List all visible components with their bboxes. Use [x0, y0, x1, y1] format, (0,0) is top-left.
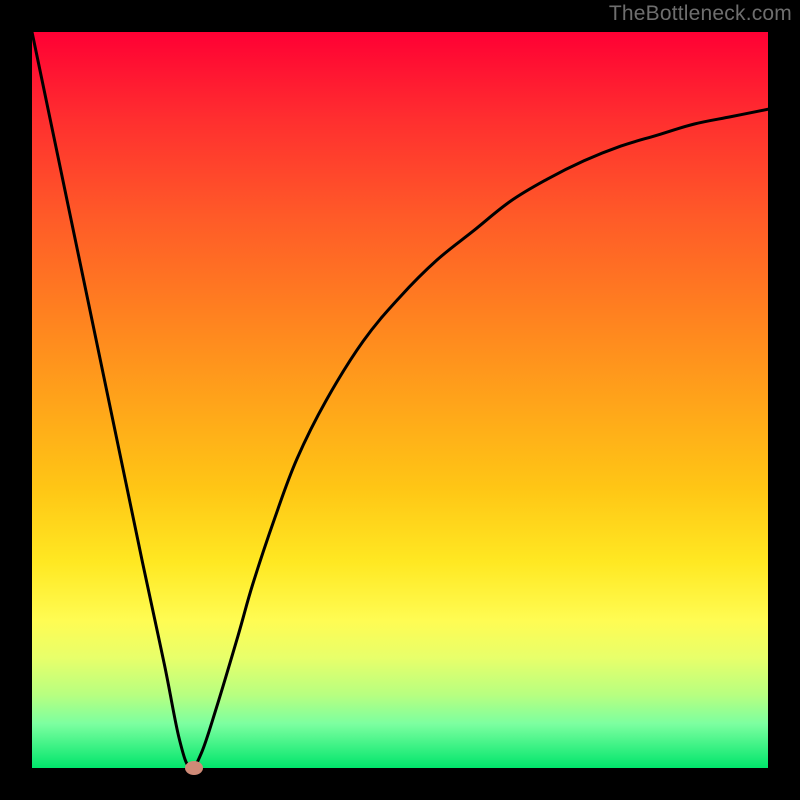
- chart-frame: TheBottleneck.com: [0, 0, 800, 800]
- bottleneck-curve: [32, 32, 768, 768]
- curve-path: [32, 32, 768, 768]
- watermark-text: TheBottleneck.com: [609, 2, 792, 26]
- optimal-point-marker: [185, 761, 203, 775]
- plot-area: [32, 32, 768, 768]
